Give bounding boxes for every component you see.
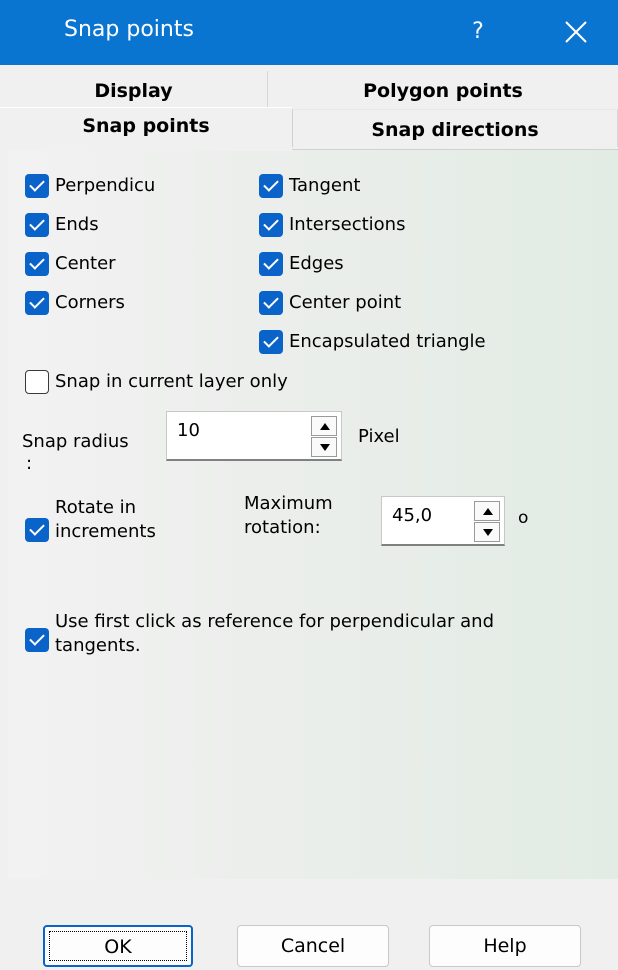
ends-check-box[interactable] [25,213,49,237]
snap-radius-spin-buttons [311,416,337,457]
max-rotation-value[interactable]: 45,0 [392,505,432,526]
tab-display[interactable]: Display [0,71,268,109]
snap-radius-spinbox[interactable]: 10 [166,411,342,461]
ends-checkbox[interactable]: Ends [25,213,99,237]
help-title-button[interactable]: ? [458,12,498,52]
tab-snap-points[interactable]: Snap points [0,107,292,151]
button-bar: OK Cancel Help [8,880,618,970]
up-arrow-icon [320,423,330,430]
center-checkbox[interactable]: Center [25,252,116,276]
intersections-checkbox[interactable]: Intersections [259,213,405,237]
snap-radius-up-button[interactable] [311,416,337,436]
max-rotation-up-button[interactable] [474,501,500,521]
tab-page-snap-points: Perpendicu Ends Center Corners Tangent I… [8,149,618,879]
edges-checkbox[interactable]: Edges [259,252,344,276]
center-point-check-box[interactable] [259,291,283,315]
corners-check-box[interactable] [25,291,49,315]
rotate-increments-checkbox[interactable]: Rotate in increments [25,496,195,544]
first-click-reference-checkbox[interactable]: Use first click as reference for perpend… [25,610,525,658]
tangent-checkbox[interactable]: Tangent [259,174,360,198]
encapsulated-triangle-check-box[interactable] [259,330,283,354]
snap-radius-unit: Pixel [358,426,400,447]
center-point-label: Center point [289,292,402,313]
tab-strip: Display Polygon points Snap points Snap … [0,65,618,151]
center-label: Center [55,253,116,274]
snap-radius-down-button[interactable] [311,437,337,457]
snap-current-layer-checkbox[interactable]: Snap in current layer only [25,370,288,394]
ends-label: Ends [55,214,99,235]
down-arrow-icon [320,444,330,451]
window-title: Snap points [64,17,194,42]
encapsulated-triangle-checkbox[interactable]: Encapsulated triangle [259,330,486,354]
center-point-checkbox[interactable]: Center point [259,291,401,315]
center-check-box[interactable] [25,252,49,276]
snap-current-layer-check-box[interactable] [25,370,49,394]
encapsulated-triangle-label: Encapsulated triangle [289,331,486,352]
intersections-check-box[interactable] [259,213,283,237]
edges-label: Edges [289,253,344,274]
rotate-increments-label: Rotate in increments [55,497,156,542]
rotate-increments-check-box[interactable] [25,518,49,542]
ok-button[interactable]: OK [43,925,193,967]
max-rotation-spin-buttons [474,501,500,542]
snap-radius-colon: : [26,453,33,474]
first-click-reference-label: Use first click as reference for perpend… [55,611,495,656]
focus-rectangle [49,931,187,961]
perpendicular-label: Perpendicu [55,175,156,196]
max-rotation-label: Maximum rotation: [244,493,333,538]
help-button[interactable]: Help [429,925,581,967]
corners-label: Corners [55,292,125,313]
perpendicular-checkbox[interactable]: Perpendicu [25,174,155,198]
tab-snap-directions[interactable]: Snap directions [292,109,618,147]
down-arrow-icon [483,529,493,536]
perpendicular-check-box[interactable] [25,174,49,198]
snap-radius-value[interactable]: 10 [177,420,200,441]
title-bar: Snap points ? [0,0,618,65]
corners-checkbox[interactable]: Corners [25,291,125,315]
cancel-button-label: Cancel [280,935,346,957]
degree-symbol: o [518,508,529,528]
up-arrow-icon [483,508,493,515]
first-click-reference-check-box[interactable] [25,628,49,652]
close-button[interactable] [556,12,596,52]
tangent-check-box[interactable] [259,174,283,198]
help-button-label: Help [483,935,527,957]
edges-check-box[interactable] [259,252,283,276]
tangent-label: Tangent [289,175,361,196]
close-icon [565,21,587,43]
tab-polygon-points[interactable]: Polygon points [268,71,618,109]
max-rotation-spinbox[interactable]: 45,0 [381,496,505,546]
snap-current-layer-label: Snap in current layer only [55,371,288,392]
max-rotation-down-button[interactable] [474,522,500,542]
cancel-button[interactable]: Cancel [237,925,389,967]
intersections-label: Intersections [289,214,406,235]
snap-radius-label: Snap radius [22,431,129,452]
